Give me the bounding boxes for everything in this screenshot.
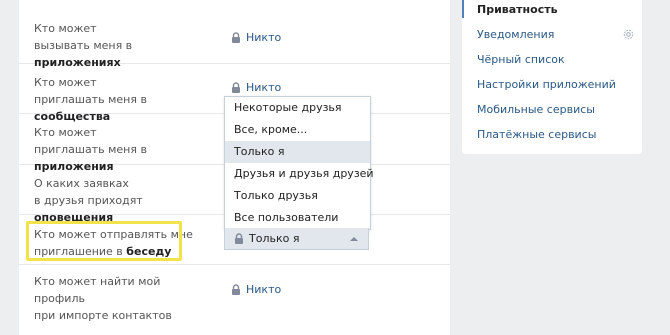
setting-label-line2: приглашать меня в xyxy=(34,93,147,106)
setting-label: Кто может найти мой профиль при импорте … xyxy=(34,273,204,324)
lock-icon xyxy=(231,283,241,296)
gear-icon[interactable] xyxy=(622,28,635,44)
active-indicator xyxy=(462,0,464,18)
setting-value-link[interactable]: Никто xyxy=(231,80,281,95)
sidebar-item-blacklist[interactable]: Чёрный список xyxy=(477,53,565,67)
setting-label-line2: при импорте контактов xyxy=(34,309,172,322)
dropdown-option-highlighted[interactable]: Только я xyxy=(225,141,370,163)
sidebar-item-privacy[interactable]: Приватность xyxy=(477,3,558,17)
setting-value-text: Никто xyxy=(246,81,282,94)
setting-label-line2: приглашать меня в xyxy=(34,143,147,156)
setting-value-text: Никто xyxy=(246,31,282,44)
setting-label-line2: в друзья приходят xyxy=(34,194,143,207)
setting-value-link[interactable]: Никто xyxy=(231,282,281,297)
dropdown-option[interactable]: Все пользователи xyxy=(225,207,370,229)
setting-value-text: Никто xyxy=(246,283,282,296)
setting-row-find-by-contacts: Кто может найти мой профиль при импорте … xyxy=(19,265,450,322)
sidebar-item-notifications[interactable]: Уведомления xyxy=(477,28,554,42)
dropdown-option[interactable]: Все, кроме... xyxy=(225,119,370,141)
privacy-dropdown-menu: Некоторые друзья Все, кроме... Только я … xyxy=(224,96,374,230)
dropdown-option[interactable]: Некоторые друзья xyxy=(225,97,370,119)
caret-up-icon xyxy=(350,237,358,241)
setting-label-line2: вызывать меня в xyxy=(34,39,133,52)
lock-icon xyxy=(231,81,241,94)
lock-icon xyxy=(234,232,244,245)
setting-label-line1: Кто может xyxy=(34,22,97,35)
lock-icon xyxy=(231,31,241,44)
setting-label-line1: Кто может найти мой профиль xyxy=(34,275,161,305)
dropdown-option[interactable]: Друзья и друзья друзей xyxy=(225,163,374,185)
setting-row-call-in-apps: Кто может вызывать меня в приложениях Ни… xyxy=(19,0,450,69)
sidebar-item-payment-services[interactable]: Платёжные сервисы xyxy=(477,128,596,142)
setting-value-link[interactable]: Никто xyxy=(231,30,281,45)
setting-label-line1: О каких заявках xyxy=(34,177,129,190)
setting-label-line1: Кто может xyxy=(34,126,97,139)
setting-label-line1: Кто может xyxy=(34,76,97,89)
settings-sidebar: Приватность Уведомления Чёрный список На… xyxy=(462,0,642,154)
sidebar-item-app-settings[interactable]: Настройки приложений xyxy=(477,78,616,92)
sidebar-item-mobile-services[interactable]: Мобильные сервисы xyxy=(477,103,595,117)
dropdown-selected-text: Только я xyxy=(249,232,300,245)
dropdown-option[interactable]: Только друзья xyxy=(225,185,370,207)
highlight-frame xyxy=(26,221,182,261)
dropdown-selected-value[interactable]: Только я xyxy=(224,228,369,250)
